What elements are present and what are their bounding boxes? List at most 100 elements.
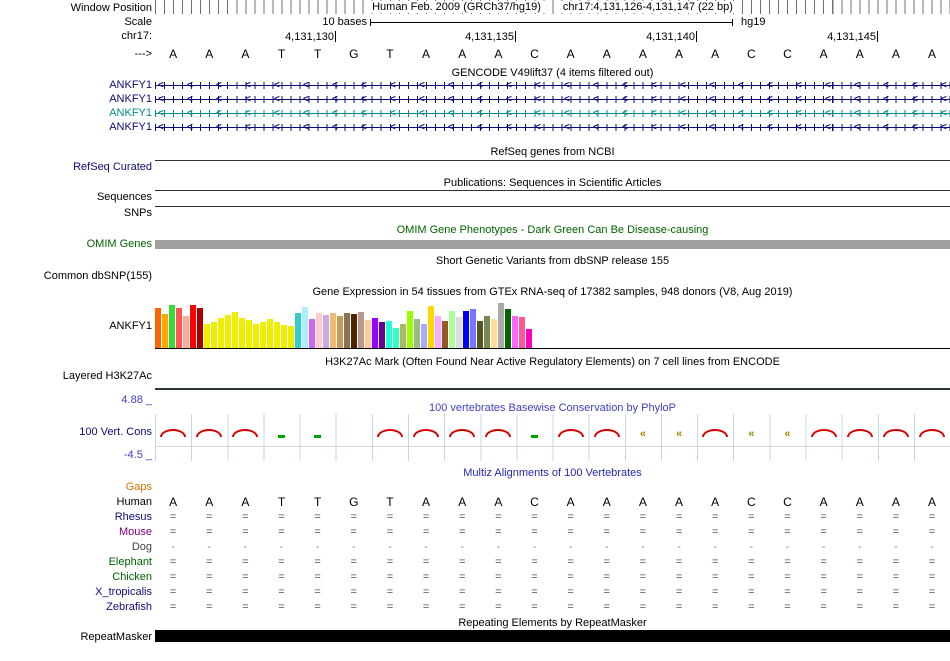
gtex-expression-bar[interactable] <box>253 324 259 348</box>
gtex-expression-bar[interactable] <box>421 324 427 348</box>
gtex-expression-bar[interactable] <box>183 316 189 348</box>
gtex-expression-bar[interactable] <box>365 320 371 348</box>
gtex-expression-bar[interactable] <box>386 321 392 348</box>
gaps-label[interactable]: Gaps <box>0 481 152 494</box>
gtex-expression-bar[interactable] <box>505 309 511 348</box>
gtex-expression-bar[interactable] <box>512 316 518 348</box>
gtex-expression-bar[interactable] <box>414 319 420 348</box>
alignment-row[interactable]: = = = = = = = = = = = = = = = = = = = = = = <box>155 510 950 524</box>
gtex-expression-bar[interactable] <box>281 325 287 348</box>
gencode-gene-label[interactable]: ANKFY1 <box>0 93 152 106</box>
publications-sequences-label[interactable]: Sequences <box>0 191 152 204</box>
gtex-expression-bar[interactable] <box>155 308 161 348</box>
gtex-expression-bar[interactable] <box>463 311 469 348</box>
h3k27ac-label[interactable]: Layered H3K27Ac <box>0 370 152 383</box>
base-letter[interactable]: C <box>733 46 769 63</box>
gtex-expression-bar[interactable] <box>218 318 224 348</box>
gtex-expression-bar[interactable] <box>519 317 525 348</box>
species-label[interactable]: Dog <box>0 541 152 554</box>
gtex-expression-bar[interactable] <box>323 315 329 348</box>
species-label[interactable]: Rhesus <box>0 511 152 524</box>
species-label[interactable]: Chicken <box>0 571 152 584</box>
gencode-transcript-row[interactable]: < < < < < < < < < < < < < < < < < < < < < < < < < < < < <box>155 120 950 134</box>
gencode-transcript-row[interactable]: < < < < < < < < < < < < < < < < < < < < < < < < < < < < <box>155 106 950 120</box>
species-label[interactable]: Mouse <box>0 526 152 539</box>
publications-snps-label[interactable]: SNPs <box>0 207 152 220</box>
gtex-expression-bar[interactable] <box>169 305 175 348</box>
base-letter[interactable]: A <box>191 46 227 63</box>
gtex-expression-bar[interactable] <box>246 320 252 348</box>
base-letter[interactable]: A <box>227 46 263 63</box>
base-letter[interactable]: A <box>661 46 697 63</box>
alignment-row[interactable]: = = = = = = = = = = = = = = = = = = = = = = <box>155 600 950 614</box>
base-letter[interactable]: A <box>589 46 625 63</box>
gtex-expression-bar[interactable] <box>442 321 448 348</box>
gtex-expression-bar[interactable] <box>407 311 413 348</box>
gtex-expression-bar[interactable] <box>190 305 196 348</box>
gencode-transcript-row[interactable]: < < < < < < < < < < < < < < < < < < < < < < < < < < < < <box>155 92 950 106</box>
base-letter[interactable]: A <box>806 46 842 63</box>
gtex-expression-bar[interactable] <box>491 319 497 348</box>
alignment-row[interactable]: AAATTGTAAACAAAAACCAAAA <box>155 495 950 509</box>
gtex-expression-bar[interactable] <box>337 316 343 348</box>
alignment-row[interactable]: ---------------------- <box>155 540 950 554</box>
base-letter[interactable]: A <box>480 46 516 63</box>
base-letter[interactable]: T <box>300 46 336 63</box>
base-letter[interactable]: A <box>878 46 914 63</box>
gtex-expression-bar[interactable] <box>232 312 238 348</box>
gencode-gene-label[interactable]: ANKFY1 <box>0 121 152 134</box>
gtex-expression-bar[interactable] <box>449 311 455 348</box>
alignment-row[interactable]: = = = = = = = = = = = = = = = = = = = = = = <box>155 525 950 539</box>
gtex-expression-bar[interactable] <box>197 308 203 348</box>
alignment-row[interactable]: = = = = = = = = = = = = = = = = = = = = = = <box>155 555 950 569</box>
base-letter[interactable]: C <box>769 46 805 63</box>
publications-sequences-track-item[interactable] <box>155 190 950 191</box>
gtex-expression-bar[interactable] <box>316 313 322 348</box>
gtex-expression-bar[interactable] <box>288 326 294 348</box>
dna-sequence-row[interactable]: AAATTGTAAACAAAAACCAAAA <box>155 46 950 63</box>
gtex-expression-bar[interactable] <box>176 308 182 348</box>
base-letter[interactable]: A <box>625 46 661 63</box>
gtex-expression-bar[interactable] <box>225 315 231 348</box>
gtex-expression-bar[interactable] <box>470 309 476 348</box>
gtex-expression-bar[interactable] <box>267 319 273 348</box>
base-letter[interactable]: A <box>553 46 589 63</box>
gtex-expression-bar[interactable] <box>204 324 210 348</box>
alignment-row[interactable]: = = = = = = = = = = = = = = = = = = = = = = <box>155 585 950 599</box>
base-letter[interactable]: A <box>914 46 950 63</box>
base-letter[interactable]: A <box>408 46 444 63</box>
repeatmasker-bar[interactable] <box>155 630 950 642</box>
omim-genes-label[interactable]: OMIM Genes <box>0 238 152 251</box>
phylop-wiggle[interactable]: « « « « <box>155 426 950 446</box>
base-letter[interactable]: C <box>516 46 552 63</box>
refseq-curated-label[interactable]: RefSeq Curated <box>0 161 152 174</box>
gtex-expression-bar[interactable] <box>477 321 483 348</box>
species-label[interactable]: Zebrafish <box>0 601 152 614</box>
repeatmasker-label[interactable]: RepeatMasker <box>0 631 152 644</box>
phylop-track-label[interactable]: 100 Vert. Cons <box>0 426 152 439</box>
base-letter[interactable]: A <box>444 46 480 63</box>
gtex-bar-chart[interactable] <box>155 302 950 348</box>
refseq-curated-track-item[interactable] <box>155 160 950 161</box>
gtex-expression-bar[interactable] <box>344 313 350 348</box>
h3k27ac-track-signal[interactable] <box>155 388 950 390</box>
alignment-row[interactable]: = = = = = = = = = = = = = = = = = = = = = = <box>155 570 950 584</box>
gencode-gene-label[interactable]: ANKFY1 <box>0 79 152 92</box>
omim-genes-bar[interactable] <box>155 240 950 249</box>
gtex-expression-bar[interactable] <box>302 307 308 348</box>
gtex-expression-bar[interactable] <box>428 306 434 348</box>
gtex-expression-bar[interactable] <box>435 316 441 348</box>
gtex-expression-bar[interactable] <box>211 322 217 348</box>
gtex-expression-bar[interactable] <box>260 322 266 348</box>
base-letter[interactable]: G <box>336 46 372 63</box>
gtex-expression-bar[interactable] <box>400 324 406 348</box>
base-letter[interactable]: A <box>697 46 733 63</box>
gtex-expression-bar[interactable] <box>526 329 532 348</box>
gtex-expression-bar[interactable] <box>393 328 399 348</box>
gtex-expression-bar[interactable] <box>274 322 280 348</box>
gtex-expression-bar[interactable] <box>456 317 462 348</box>
publications-snps-track-item[interactable] <box>155 206 950 207</box>
gencode-gene-label[interactable]: ANKFY1 <box>0 107 152 120</box>
species-label[interactable]: X_tropicalis <box>0 586 152 599</box>
gtex-expression-bar[interactable] <box>309 319 315 348</box>
